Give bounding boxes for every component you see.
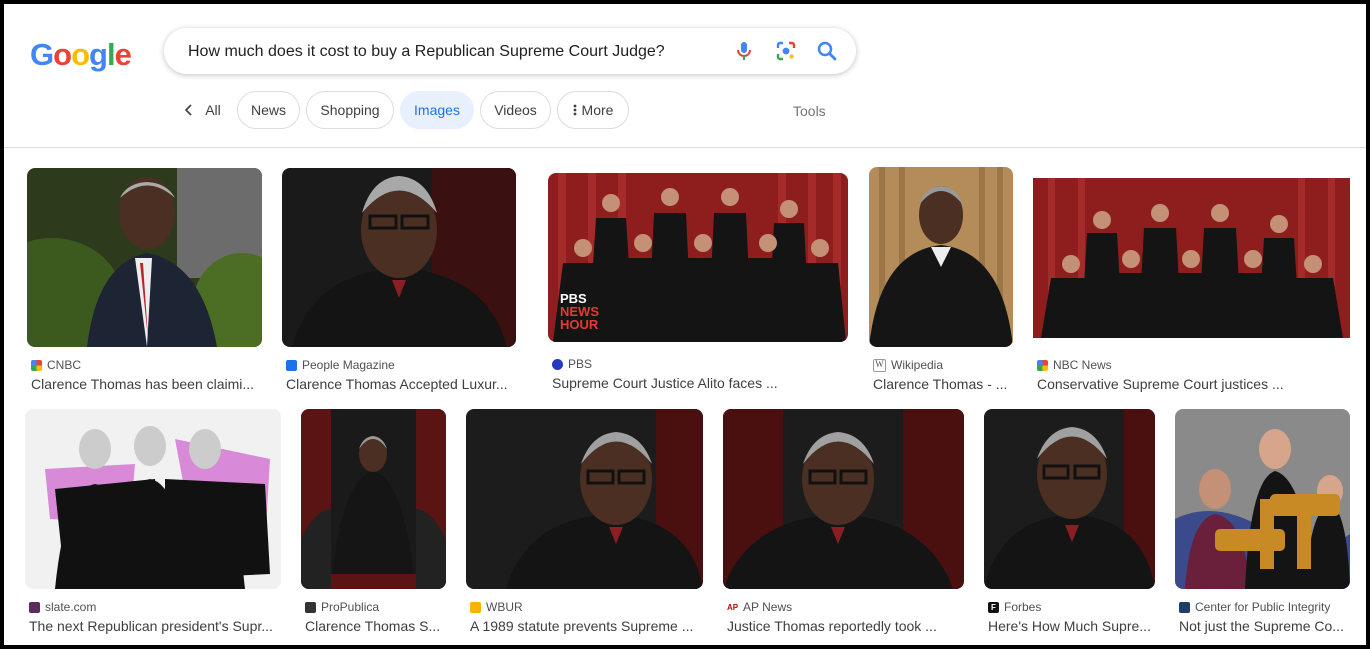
nbc-peacock-icon [31,359,42,371]
tab-all[interactable]: All [174,91,230,129]
slate-favicon [29,601,40,613]
camera-lens-icon[interactable] [774,39,798,63]
result-title[interactable]: Here's How Much Supre... [988,618,1154,634]
tab-images[interactable]: Images [400,91,474,129]
propublica-favicon [305,601,316,613]
result-source-name: ProPublica [321,600,380,614]
pbs-overlay-line: HOUR [560,317,599,332]
logo-letter: G [30,37,54,72]
result-thumbnail[interactable] [27,168,262,347]
tools-button[interactable]: Tools [793,103,826,119]
logo-letter: l [106,37,116,72]
result-source-name: WBUR [486,600,523,614]
microphone-icon[interactable] [732,39,756,63]
result-thumbnail[interactable] [1033,168,1350,348]
nbc-peacock-icon [1037,359,1048,371]
result-title[interactable]: The next Republican president's Supr... [29,618,279,634]
forbes-favicon: F [988,601,999,613]
chevron-left-icon [185,104,192,116]
result-source: F Forbes [988,600,1041,614]
google-images-page: Google All News Shopping Images Vide [4,4,1366,645]
result-source-name: Wikipedia [891,358,944,372]
magnifier-icon[interactable] [815,39,839,63]
result-source: WBUR [470,600,523,614]
result-source-name: AP News [743,600,793,614]
kebab-menu-icon [573,104,576,116]
tab-shopping[interactable]: Shopping [306,91,394,129]
tab-shopping-label: Shopping [320,102,380,118]
result-source: ProPublica [305,600,379,614]
header-divider [4,147,1366,148]
search-box [164,28,856,76]
logo-letter: e [114,37,132,72]
google-logo[interactable]: Google [30,37,132,73]
result-title[interactable]: Clarence Thomas has been claimi... [31,376,263,392]
result-thumbnail[interactable] [282,168,516,347]
wikipedia-favicon: W [873,358,886,372]
result-source-name: NBC News [1053,358,1112,372]
result-source-name: People Magazine [302,358,395,372]
result-source: People Magazine [286,358,395,372]
result-source: Center for Public Integrity [1179,600,1330,614]
tab-all-label: All [205,102,221,118]
result-title[interactable]: Clarence Thomas - ... [873,376,1013,392]
tab-images-label: Images [414,102,460,118]
tab-more-label: More [581,102,614,118]
result-thumbnail[interactable] [869,167,1013,347]
tab-news[interactable]: News [237,91,300,129]
result-source-name: PBS [568,357,593,371]
result-source: AP AP News [727,600,792,614]
result-source: W Wikipedia [873,358,943,372]
result-title[interactable]: Not just the Supreme Co... [1179,618,1349,634]
tab-news-label: News [250,102,286,118]
tab-more[interactable]: More [557,91,629,129]
result-title[interactable]: A 1989 statute prevents Supreme ... [470,618,702,634]
result-thumbnail[interactable] [25,409,281,589]
result-source: PBS [552,357,592,371]
result-title[interactable]: Supreme Court Justice Alito faces ... [552,375,848,391]
logo-letter: o [71,37,90,72]
result-title[interactable]: Conservative Supreme Court justices ... [1037,376,1349,392]
result-thumbnail[interactable] [984,409,1155,589]
people-favicon [286,359,297,371]
ap-news-favicon: AP [727,601,739,613]
pbs-favicon [552,358,563,370]
result-title[interactable]: Clarence Thomas S... [305,618,445,634]
result-source-name: Forbes [1004,600,1042,614]
result-source: CNBC [31,358,81,372]
result-source: slate.com [29,600,96,614]
tab-videos[interactable]: Videos [480,91,551,129]
result-thumbnail[interactable]: PBS NEWS HOUR [548,173,848,342]
search-input[interactable] [186,28,730,76]
result-source-name: slate.com [45,600,97,614]
result-thumbnail[interactable] [1175,409,1350,589]
result-title[interactable]: Clarence Thomas Accepted Luxur... [286,376,522,392]
result-source-name: Center for Public Integrity [1195,600,1331,614]
result-source-name: CNBC [47,358,82,372]
result-source: NBC News [1037,358,1112,372]
wbur-favicon [470,601,481,613]
result-thumbnail[interactable] [301,409,446,589]
result-thumbnail[interactable] [466,409,703,589]
logo-letter: g [89,37,108,72]
result-title[interactable]: Justice Thomas reportedly took ... [727,618,963,634]
tab-videos-label: Videos [494,102,537,118]
logo-letter: o [53,37,72,72]
public-integrity-favicon [1179,601,1190,613]
result-thumbnail[interactable] [723,409,964,589]
